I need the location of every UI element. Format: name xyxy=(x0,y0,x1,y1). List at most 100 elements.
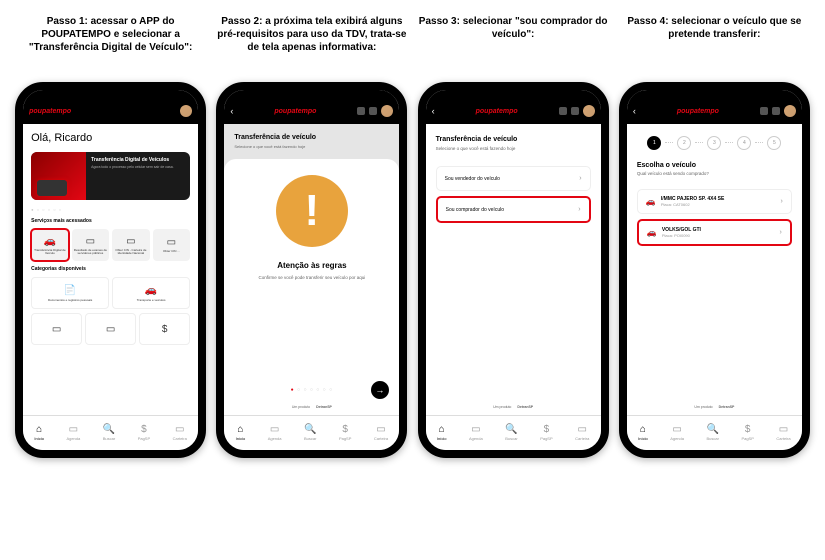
promo-card[interactable]: Transferência Digital de Veículos Agora … xyxy=(31,152,190,200)
header-icon[interactable] xyxy=(357,107,365,115)
service-tile[interactable]: ▭ Obter CIN ... xyxy=(153,229,191,261)
car-icon: 🚗 xyxy=(646,197,656,206)
nav-home[interactable]: ⌂Início xyxy=(437,425,447,441)
dollar-icon: $ xyxy=(745,425,751,435)
nav-wallet[interactable]: ▭Carteira xyxy=(173,425,187,441)
page-subtitle: Qual veículo está sendo comprado? xyxy=(627,171,802,184)
vehicle-option-selected[interactable]: 🚗 VOLKS/GOL GTI Placa: POI0090 › xyxy=(637,219,792,246)
service-tile-tdv[interactable]: 🚗 Transferência Digital de Veículo xyxy=(31,229,69,261)
calendar-icon: ▭ xyxy=(270,425,279,435)
nav-search[interactable]: 🔍Buscar xyxy=(103,425,115,441)
next-button[interactable]: → xyxy=(371,381,389,399)
service-tile[interactable]: ▭ Resultado de exames de servidores públ… xyxy=(72,229,110,261)
page-subtitle: Selecione o que você está fazendo hoje xyxy=(224,144,399,155)
nav-agenda[interactable]: ▭Agenda xyxy=(469,425,483,441)
nav-wallet[interactable]: ▭Carteira xyxy=(374,425,388,441)
page-title: Escolha o veículo xyxy=(627,158,802,171)
avatar-icon[interactable] xyxy=(784,105,796,117)
step-dot-3: 3 xyxy=(707,136,721,150)
chevron-right-icon: › xyxy=(781,198,783,205)
category-tile[interactable]: 📄 Documentos e registros pessoais xyxy=(31,277,109,309)
nav-wallet[interactable]: ▭Carteira xyxy=(575,425,589,441)
calendar-icon: ▭ xyxy=(672,425,681,435)
promo-title: Transferência Digital de Veículos xyxy=(91,157,185,163)
categories-section-title: Categorias disponíveis xyxy=(23,263,198,275)
step1-caption: Passo 1: acessar o APP do POUPATEMPO e s… xyxy=(15,15,206,70)
nav-search[interactable]: 🔍Buscar xyxy=(505,425,517,441)
nav-pagsp[interactable]: $PagSP xyxy=(540,425,552,441)
nav-search[interactable]: 🔍Buscar xyxy=(706,425,718,441)
phone-frame-3: ‹ poupatempo Transferência de veículo Se… xyxy=(418,82,609,458)
header-icon[interactable] xyxy=(559,107,567,115)
home-icon: ⌂ xyxy=(36,425,42,435)
phone-frame-2: ‹ poupatempo Transferência de veículo Se… xyxy=(216,82,407,458)
bottom-nav: ⌂Início ▭Agenda 🔍Buscar $PagSP ▭Carteira xyxy=(627,415,802,450)
category-tile[interactable]: 🚗 Transporte e veículos xyxy=(112,277,190,309)
services-section-title: Serviços mais acessados xyxy=(23,215,198,227)
vehicle-plate: Placa: POI0090 xyxy=(662,233,775,238)
greeting: Olá, Ricardo xyxy=(23,124,198,148)
vehicle-plate: Placa: CAT0602 xyxy=(661,202,776,207)
dollar-icon: $ xyxy=(544,425,550,435)
header-icon[interactable] xyxy=(772,107,780,115)
modal-subtitle: Confirme se você pode transferir seu veí… xyxy=(258,275,365,281)
avatar-icon[interactable] xyxy=(381,105,393,117)
nav-wallet[interactable]: ▭Carteira xyxy=(776,425,790,441)
header-icon[interactable] xyxy=(369,107,377,115)
car-icon: 🚗 xyxy=(145,285,157,296)
doc-icon: ▭ xyxy=(86,236,95,247)
service-tile[interactable]: ▭ Obter CIN - Carteira de Identidade Nac… xyxy=(112,229,150,261)
avatar-icon[interactable] xyxy=(180,105,192,117)
partner-credit: Um produto DetranSP xyxy=(292,399,332,411)
wallet-icon: ▭ xyxy=(175,425,184,435)
car-icon: 🚗 xyxy=(44,236,56,247)
warning-icon: ! xyxy=(276,175,348,247)
bottom-nav: ⌂Início ▭Agenda 🔍Buscar $PagSP ▭Carteira xyxy=(224,415,399,450)
nav-search[interactable]: 🔍Buscar xyxy=(304,425,316,441)
header-icon[interactable] xyxy=(760,107,768,115)
chevron-right-icon: › xyxy=(578,206,580,213)
step-dot-4: 4 xyxy=(737,136,751,150)
category-label: Transporte e veículos xyxy=(137,298,166,302)
nav-pagsp[interactable]: $PagSP xyxy=(339,425,351,441)
option-buyer[interactable]: Sou comprador do veículo › xyxy=(436,196,591,223)
vehicle-option[interactable]: 🚗 I/MMC PAJERO SP. 4X4 SE Placa: CAT0602… xyxy=(637,189,792,214)
back-icon[interactable]: ‹ xyxy=(633,106,636,116)
car-icon: 🚗 xyxy=(647,228,657,237)
nav-agenda[interactable]: ▭Agenda xyxy=(66,425,80,441)
header-icon[interactable] xyxy=(571,107,579,115)
step4-caption: Passo 4: selecionar o veículo que se pre… xyxy=(619,15,810,70)
step2-caption: Passo 2: a próxima tela exibirá alguns p… xyxy=(216,15,407,70)
category-tile[interactable]: ▭ xyxy=(31,313,82,345)
dollar-icon: $ xyxy=(342,425,348,435)
doc-icon: ▭ xyxy=(126,236,135,247)
partner-credit: Um produto DetranSP xyxy=(627,399,802,411)
nav-agenda[interactable]: ▭Agenda xyxy=(670,425,684,441)
search-icon: 🔍 xyxy=(304,425,316,435)
nav-pagsp[interactable]: $PagSP xyxy=(741,425,753,441)
wallet-icon: ▭ xyxy=(779,425,788,435)
promo-image xyxy=(31,152,86,200)
doc-icon: ▭ xyxy=(167,237,176,248)
back-icon[interactable]: ‹ xyxy=(230,106,233,116)
option-seller[interactable]: Sou vendedor do veículo › xyxy=(436,166,591,191)
nav-pagsp[interactable]: $PagSP xyxy=(138,425,150,441)
avatar-icon[interactable] xyxy=(583,105,595,117)
nav-home[interactable]: ⌂Início xyxy=(236,425,246,441)
app-logo: poupatempo xyxy=(677,108,719,115)
calendar-icon: ▭ xyxy=(69,425,78,435)
search-icon: 🔍 xyxy=(706,425,718,435)
search-icon: 🔍 xyxy=(505,425,517,435)
nav-home[interactable]: ⌂Início xyxy=(638,425,648,441)
step-dot-5: 5 xyxy=(767,136,781,150)
chevron-right-icon: › xyxy=(780,229,782,236)
doc-icon: 📄 xyxy=(64,285,76,296)
nav-agenda[interactable]: ▭Agenda xyxy=(268,425,282,441)
category-tile[interactable]: ▭ xyxy=(85,313,136,345)
service-label: Resultado de exames de servidores públic… xyxy=(72,249,110,255)
service-label: Transferência Digital de Veículo xyxy=(31,249,69,255)
back-icon[interactable]: ‹ xyxy=(432,106,435,116)
nav-home[interactable]: ⌂Início xyxy=(34,425,44,441)
dollar-icon: $ xyxy=(162,324,168,335)
category-tile[interactable]: $ xyxy=(139,313,190,345)
